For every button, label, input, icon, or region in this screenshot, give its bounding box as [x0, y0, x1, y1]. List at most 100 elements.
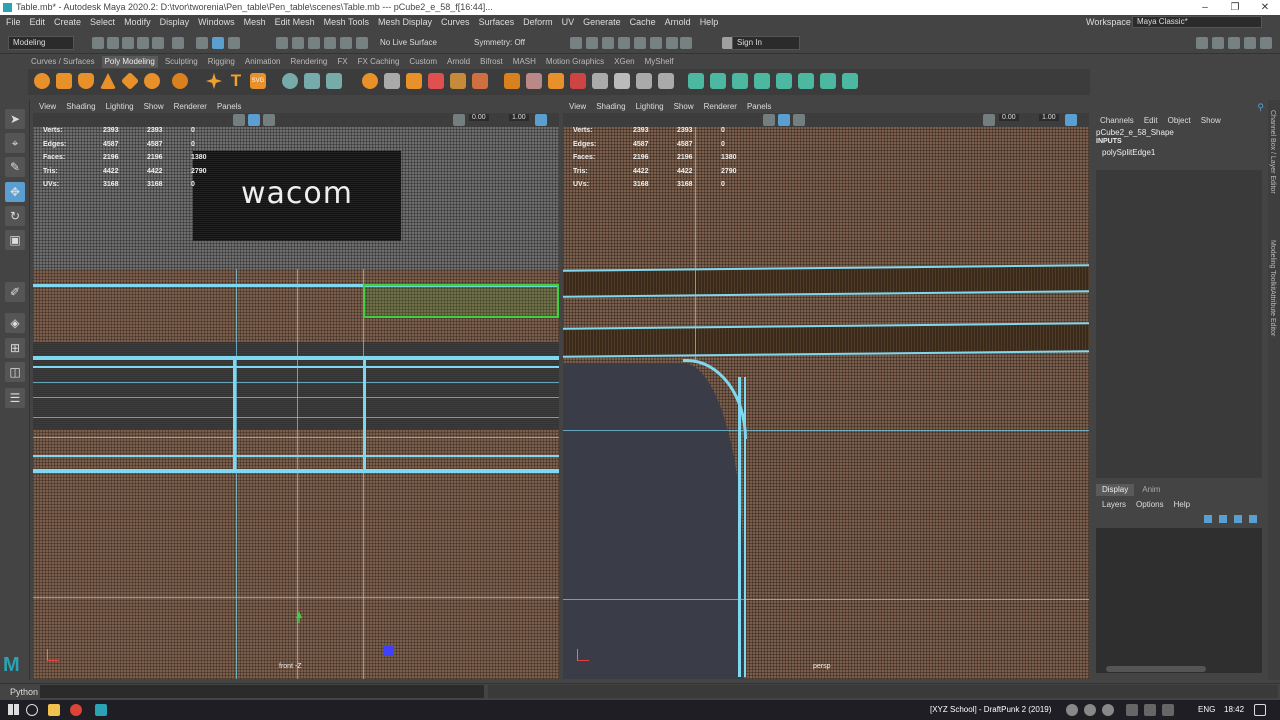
- menu-set-select[interactable]: Modeling: [8, 36, 74, 50]
- menu-cache[interactable]: Cache: [630, 15, 656, 29]
- connect-icon[interactable]: [636, 73, 652, 89]
- menu-help[interactable]: Help: [700, 15, 719, 29]
- move-tool-icon[interactable]: ✥: [5, 182, 25, 202]
- panel-menu-panels[interactable]: Panels: [217, 101, 241, 113]
- layout-uv-icon[interactable]: [798, 73, 814, 89]
- menu-windows[interactable]: Windows: [198, 15, 235, 29]
- attribute-editor-toggle-icon[interactable]: [1212, 37, 1224, 49]
- tool-settings-toggle-icon[interactable]: [1228, 37, 1240, 49]
- target-weld-icon[interactable]: [614, 73, 630, 89]
- wireframe-icon[interactable]: [233, 114, 245, 126]
- menu-arnold[interactable]: Arnold: [665, 15, 691, 29]
- last-tool-icon[interactable]: ✐: [5, 282, 25, 302]
- command-input[interactable]: [40, 685, 484, 698]
- shelf-tab-fx[interactable]: FX: [334, 56, 350, 68]
- modeling-toolkit-toggle-icon[interactable]: [1196, 37, 1208, 49]
- platonic-solid-icon[interactable]: [172, 73, 188, 89]
- layer-scrollbar[interactable]: [1106, 666, 1206, 672]
- select-by-object-icon[interactable]: [196, 37, 208, 49]
- search-icon[interactable]: [26, 704, 38, 716]
- side-tab-attribute-editor[interactable]: Attribute Editor: [1269, 290, 1276, 336]
- render-frame-icon[interactable]: [586, 37, 598, 49]
- wireframe-on-shaded-icon[interactable]: [248, 114, 260, 126]
- arnold-play-icon[interactable]: [666, 37, 678, 49]
- cmd-language-label[interactable]: Python: [10, 687, 38, 697]
- textured-icon[interactable]: [263, 114, 275, 126]
- mirror-icon[interactable]: [384, 73, 400, 89]
- shelf-tab-poly-modeling[interactable]: Poly Modeling: [101, 56, 158, 68]
- shelf-tab-myshelf[interactable]: MyShelf: [642, 56, 677, 68]
- media-next-icon[interactable]: [1102, 704, 1114, 716]
- rotate-tool-icon[interactable]: ↻: [5, 206, 25, 226]
- hypershade-icon[interactable]: [634, 37, 646, 49]
- side-tab-channel-box[interactable]: Channel Box / Layer Editor: [1269, 110, 1276, 194]
- spherical-map-icon[interactable]: [732, 73, 748, 89]
- channel-edit-menu[interactable]: Edit: [1144, 116, 1158, 125]
- scale-tool-icon[interactable]: ▣: [5, 230, 25, 250]
- render-region-icon[interactable]: [570, 37, 582, 49]
- panel-menu-view[interactable]: View: [39, 101, 56, 113]
- history-node[interactable]: polySplitEdge1: [1092, 145, 1268, 157]
- two-view-icon[interactable]: ◫: [5, 362, 25, 382]
- super-shape-icon[interactable]: [206, 73, 222, 89]
- undo-icon[interactable]: [137, 37, 149, 49]
- layers-menu[interactable]: Layers: [1102, 500, 1126, 509]
- four-view-icon[interactable]: ⊞: [5, 338, 25, 358]
- shelf-tab-mash[interactable]: MASH: [510, 56, 539, 68]
- front-viewport[interactable]: wacom Verts: 2393 2393 0 Edges: 4587 4587 0 Fa…: [33, 127, 559, 679]
- redo-icon[interactable]: [152, 37, 164, 49]
- save-scene-icon[interactable]: [122, 37, 134, 49]
- side-tab-modeling-toolkit[interactable]: Modeling Toolkit: [1269, 240, 1276, 290]
- start-icon[interactable]: [8, 704, 19, 715]
- panel-menu-shading[interactable]: Shading: [596, 101, 625, 113]
- layer-help-menu[interactable]: Help: [1174, 500, 1190, 509]
- menu-edit-mesh[interactable]: Edit Mesh: [275, 15, 315, 29]
- tab-display[interactable]: Display: [1096, 484, 1135, 496]
- channel-object-menu[interactable]: Object: [1168, 116, 1191, 125]
- cylindrical-map-icon[interactable]: [710, 73, 726, 89]
- menu-display[interactable]: Display: [160, 15, 190, 29]
- exposure-field[interactable]: 0.00: [469, 114, 489, 121]
- open-scene-icon[interactable]: [107, 37, 119, 49]
- render-view-icon[interactable]: [650, 37, 662, 49]
- battery-icon[interactable]: [1162, 704, 1174, 716]
- snap-projected-icon[interactable]: [324, 37, 336, 49]
- symmetry-label[interactable]: Symmetry: Off: [474, 38, 525, 47]
- outliner-toggle-icon[interactable]: [1260, 37, 1272, 49]
- move-layer-up-icon[interactable]: [1204, 515, 1212, 523]
- menu-mesh[interactable]: Mesh: [244, 15, 266, 29]
- separate-icon[interactable]: [304, 73, 320, 89]
- render-settings-icon[interactable]: [618, 37, 630, 49]
- persp-viewport[interactable]: Verts: 2393 2393 0 Edges: 4587 4587 0 Faces: 21…: [563, 127, 1089, 679]
- single-view-icon[interactable]: ◈: [5, 313, 25, 333]
- snap-point-icon[interactable]: [308, 37, 320, 49]
- pause-icon[interactable]: [680, 37, 692, 49]
- poly-cube-icon[interactable]: [56, 73, 72, 89]
- panel-menu-lighting[interactable]: Lighting: [636, 101, 664, 113]
- exposure-icon[interactable]: [983, 114, 995, 126]
- lock-selection-icon[interactable]: [228, 37, 240, 49]
- shelf-tab-bifrost[interactable]: Bifrost: [477, 56, 506, 68]
- poly-cone-icon[interactable]: [100, 73, 116, 89]
- panel-menu-lighting[interactable]: Lighting: [106, 101, 134, 113]
- panel-pin-icon[interactable]: ⚲: [1257, 102, 1264, 113]
- unfold-icon[interactable]: [776, 73, 792, 89]
- menu-modify[interactable]: Modify: [124, 15, 151, 29]
- poly-torus-icon[interactable]: [144, 73, 160, 89]
- minimize-button[interactable]: –: [1190, 0, 1220, 15]
- gamma-field[interactable]: 1.00: [1039, 114, 1059, 121]
- channel-box-toggle-icon[interactable]: [1244, 37, 1256, 49]
- maya-taskbar-icon[interactable]: [95, 704, 107, 716]
- exposure-icon[interactable]: [453, 114, 465, 126]
- menu-curves[interactable]: Curves: [441, 15, 470, 29]
- options-menu[interactable]: Options: [1136, 500, 1164, 509]
- workspace-select[interactable]: Maya Classic*: [1132, 16, 1262, 28]
- media-prev-icon[interactable]: [1066, 704, 1078, 716]
- file-explorer-icon[interactable]: [48, 704, 60, 716]
- shelf-tab-rigging[interactable]: Rigging: [205, 56, 238, 68]
- new-layer-selected-icon[interactable]: [1249, 515, 1257, 523]
- ipr-render-icon[interactable]: [602, 37, 614, 49]
- tab-anim[interactable]: Anim: [1136, 484, 1166, 496]
- shelf-tab-curves-surfaces[interactable]: Curves / Surfaces: [28, 56, 98, 68]
- notifications-icon[interactable]: [1254, 704, 1266, 716]
